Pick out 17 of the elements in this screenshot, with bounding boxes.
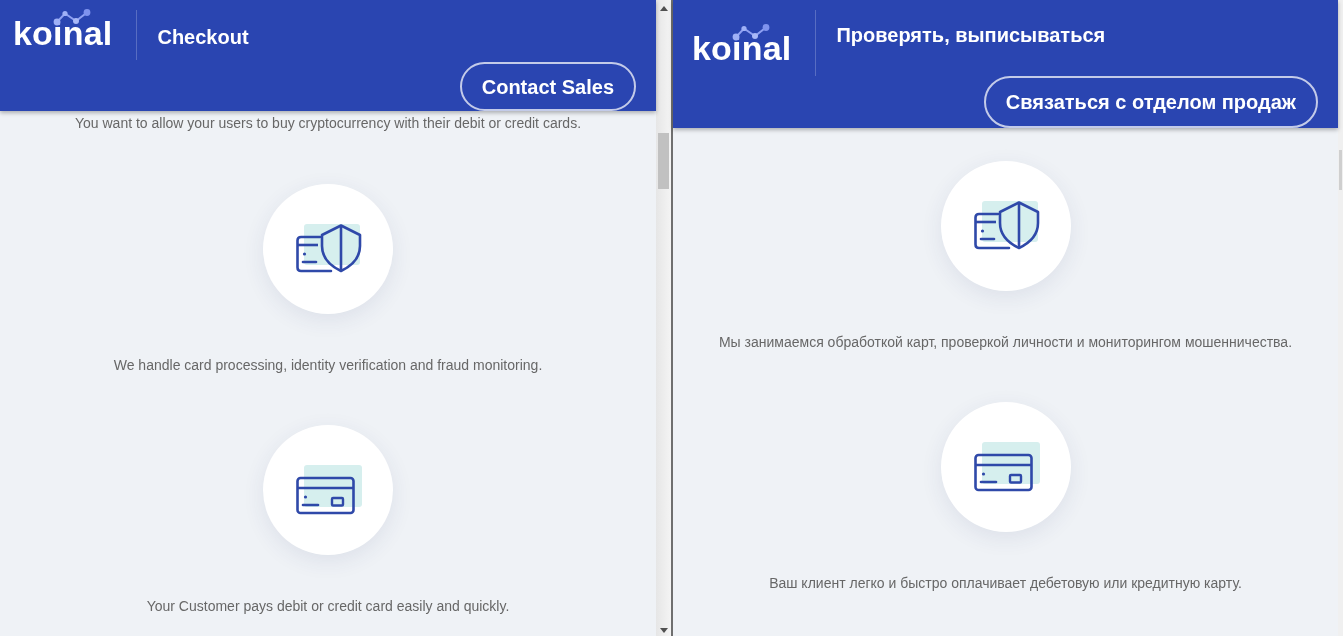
feature-text: Ваш клиент легко и быстро оплачивает дебетовую или кредитную карту.	[769, 575, 1242, 591]
scroll-down-icon[interactable]	[660, 628, 668, 633]
scroll-up-icon[interactable]	[660, 6, 668, 11]
page-title: Checkout	[157, 25, 249, 49]
contact-sales-button[interactable]: Contact Sales	[459, 62, 636, 111]
contact-sales-button[interactable]: Связаться с отделом продаж	[983, 76, 1318, 128]
logo-text[interactable]: koinal	[13, 16, 113, 50]
feature-text: Мы занимаемся обработкой карт, проверкой личности и мониторингом мошенничества.	[718, 334, 1293, 350]
scrollbar-thumb[interactable]	[1339, 150, 1342, 190]
scrollbar-thumb[interactable]	[658, 133, 669, 189]
feature-text: Your Customer pays debit or credit card easily and quickly.	[146, 598, 510, 614]
logo-text[interactable]: koinal	[692, 31, 792, 65]
scrollbar[interactable]	[656, 0, 671, 636]
intro-text: You want to allow your users to buy cryptocurrency with their debit or credit cards.	[74, 115, 582, 131]
page-title: Проверять, выписываться	[836, 23, 1106, 47]
scrollbar[interactable]	[1338, 0, 1343, 636]
feature-text: We handle card processing, identity verification and fraud monitoring.	[113, 357, 543, 373]
